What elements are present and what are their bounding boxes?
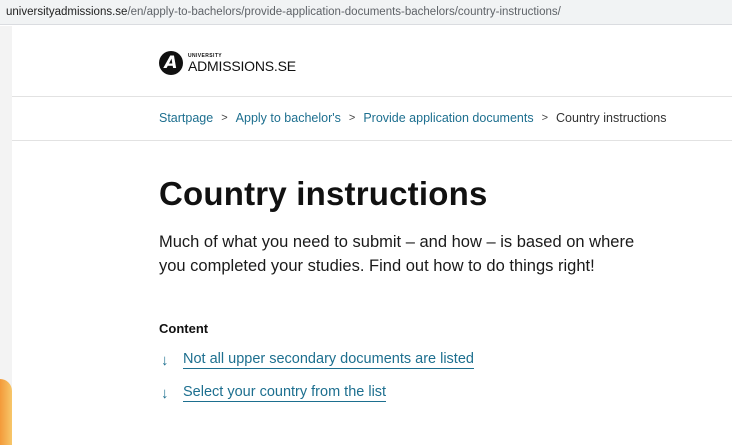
page-title: Country instructions <box>159 175 488 212</box>
toc-item-select-country[interactable]: ↓ Select your country from the list <box>161 384 387 402</box>
site-logo[interactable]: A UNIVERSITY ADMISSIONS.SE <box>159 51 296 75</box>
breadcrumb-startpage[interactable]: Startpage <box>159 111 213 125</box>
breadcrumb-bar: Startpage > Apply to bachelor's > Provid… <box>12 97 732 141</box>
logo-mark-icon: A <box>159 51 183 75</box>
chevron-right-icon: > <box>348 112 356 124</box>
breadcrumb-current: Country instructions <box>556 111 667 125</box>
breadcrumb-provide-application-documents[interactable]: Provide application documents <box>363 111 533 125</box>
logo-text: UNIVERSITY ADMISSIONS.SE <box>188 53 296 74</box>
breadcrumb-apply-to-bachelors[interactable]: Apply to bachelor's <box>236 111 341 125</box>
breadcrumb: Startpage > Apply to bachelor's > Provid… <box>159 111 666 125</box>
toc-link-select-country[interactable]: Select your country from the list <box>183 384 387 402</box>
chevron-right-icon: > <box>221 112 228 124</box>
site-header: A UNIVERSITY ADMISSIONS.SE <box>12 26 732 97</box>
url-path: /en/apply-to-bachelors/provide-applicati… <box>127 6 561 18</box>
url-domain: universityadmissions.se <box>6 6 128 18</box>
page-intro: Much of what you need to submit – and ho… <box>159 233 635 275</box>
arrow-down-icon: ↓ <box>161 384 169 402</box>
left-strip <box>0 26 12 445</box>
chevron-right-icon: > <box>541 112 549 124</box>
toc-item-not-all-listed[interactable]: ↓ Not all upper secondary documents are … <box>161 351 474 369</box>
address-bar[interactable]: universityadmissions.se/en/apply-to-bach… <box>0 0 732 25</box>
logo-big-text: ADMISSIONS.SE <box>188 57 296 74</box>
toc-link-not-all-listed[interactable]: Not all upper secondary documents are li… <box>183 351 474 369</box>
arrow-down-icon: ↓ <box>161 351 169 369</box>
content-heading: Content <box>159 321 209 336</box>
orange-accent-shape <box>0 379 12 445</box>
